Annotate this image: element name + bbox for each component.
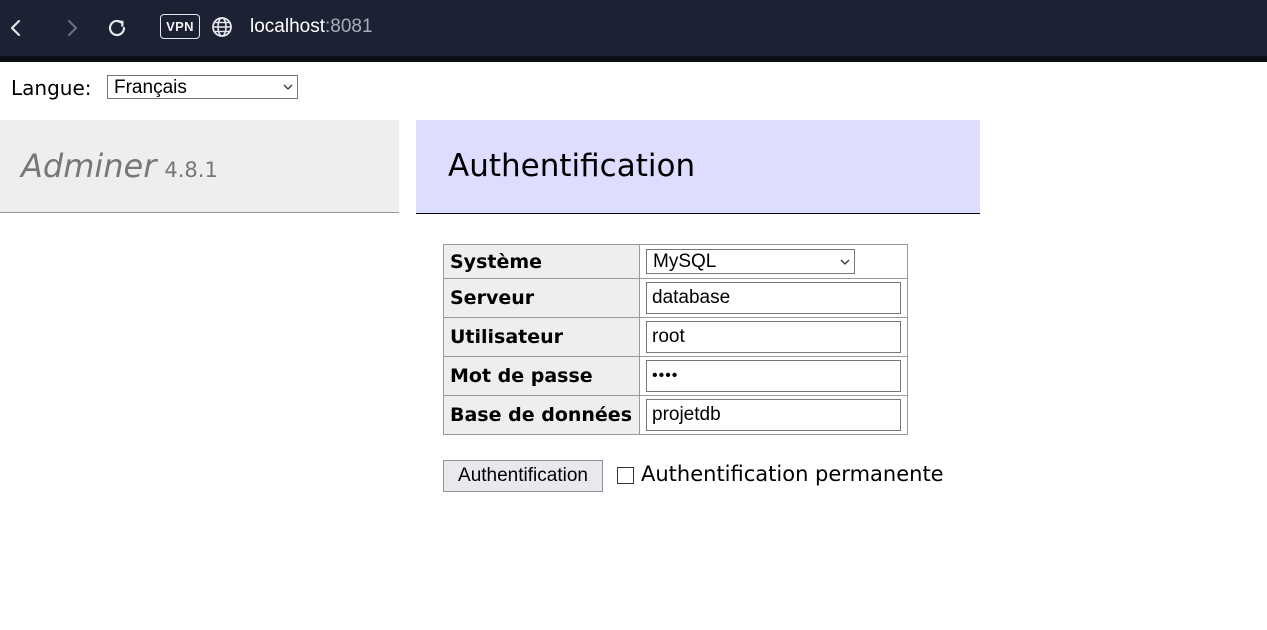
content-header: Authentification xyxy=(416,120,980,214)
language-select[interactable]: Français xyxy=(107,75,298,99)
system-selected-value: MySQL xyxy=(653,251,717,272)
page-title: Authentification xyxy=(448,148,696,184)
brand: Adminer 4.8.1 xyxy=(21,148,218,188)
password-cell: •••• xyxy=(639,356,908,396)
server-input[interactable]: database xyxy=(646,282,901,314)
login-form: Système MySQL Serveur database Utilisate… xyxy=(443,244,908,435)
form-row-database: Base de données projetdb xyxy=(443,395,908,435)
username-input[interactable]: root xyxy=(646,321,901,353)
database-cell: projetdb xyxy=(639,395,908,435)
reload-icon[interactable] xyxy=(105,16,129,40)
vpn-badge[interactable]: VPN xyxy=(160,14,200,39)
server-label: Serveur xyxy=(443,278,640,318)
system-cell: MySQL xyxy=(639,244,908,279)
form-row-server: Serveur database xyxy=(443,278,908,318)
username-label: Utilisateur xyxy=(443,317,640,357)
globe-icon xyxy=(211,16,233,38)
database-input[interactable]: projetdb xyxy=(646,399,901,431)
chevron-down-icon xyxy=(283,84,293,90)
form-row-system: Système MySQL xyxy=(443,244,908,279)
password-label: Mot de passe xyxy=(443,356,640,396)
chevron-down-icon xyxy=(840,259,850,265)
url-port: :8081 xyxy=(325,16,373,37)
permanent-login-label[interactable]: Authentification permanente xyxy=(641,462,944,487)
language-label: Langue: xyxy=(11,76,92,100)
brand-name[interactable]: Adminer xyxy=(21,147,156,185)
username-cell: root xyxy=(639,317,908,357)
back-icon[interactable] xyxy=(4,16,28,40)
language-selected-value: Français xyxy=(114,77,187,98)
server-cell: database xyxy=(639,278,908,318)
form-row-username: Utilisateur root xyxy=(443,317,908,357)
database-label: Base de données xyxy=(443,395,640,435)
url-host: localhost xyxy=(250,16,325,37)
address-bar[interactable]: localhost:8081 xyxy=(250,15,373,39)
sidebar-header: Adminer 4.8.1 xyxy=(0,120,399,213)
system-select[interactable]: MySQL xyxy=(646,249,855,274)
browser-toolbar: VPN localhost:8081 xyxy=(0,0,1267,56)
permanent-login-checkbox[interactable] xyxy=(617,467,634,484)
version-label[interactable]: 4.8.1 xyxy=(164,158,217,182)
system-label: Système xyxy=(443,244,640,279)
form-row-password: Mot de passe •••• xyxy=(443,356,908,396)
login-button[interactable]: Authentification xyxy=(443,460,603,492)
page-content: Langue: Français Adminer 4.8.1 Authentifi… xyxy=(0,62,1267,630)
forward-icon[interactable] xyxy=(60,16,84,40)
password-input[interactable]: •••• xyxy=(646,360,901,392)
